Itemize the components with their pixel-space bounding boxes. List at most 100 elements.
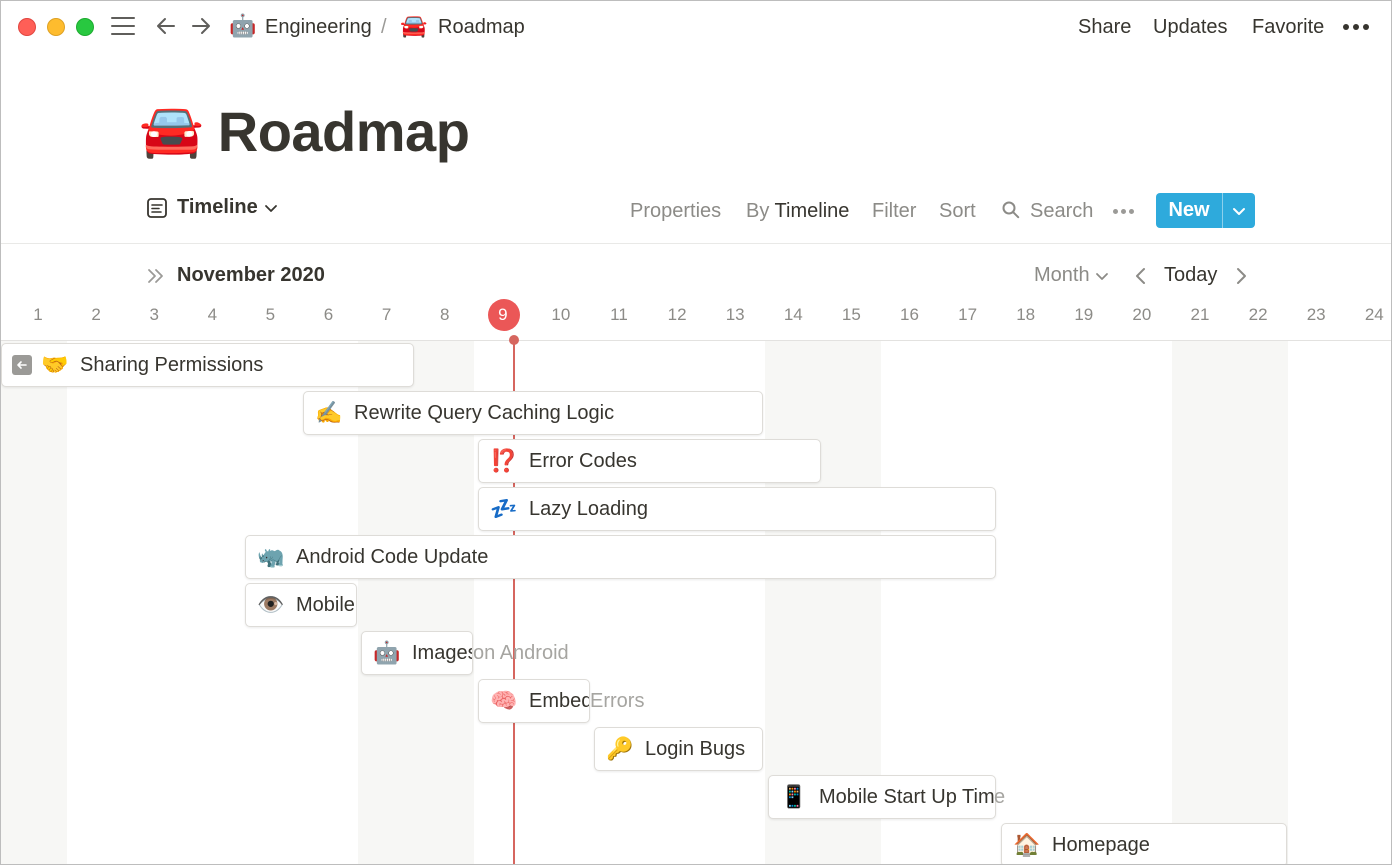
- timeline-card-android-code-update[interactable]: 🦏 Android Code Update: [245, 535, 996, 579]
- share-button[interactable]: Share: [1078, 14, 1131, 40]
- day-label: 20: [1132, 305, 1152, 324]
- view-more-icon[interactable]: [1113, 209, 1137, 215]
- timeline-card-homepage[interactable]: 🏠 Homepage: [1001, 823, 1287, 864]
- day-label: 18: [1016, 305, 1036, 324]
- day-label: 7: [381, 305, 392, 324]
- day-label: 13: [725, 305, 745, 324]
- day-label: 5: [265, 305, 276, 324]
- day-label: 17: [958, 305, 978, 324]
- updates-button[interactable]: Updates: [1153, 14, 1228, 40]
- page-title-text[interactable]: Roadmap: [218, 99, 470, 164]
- handshake-icon: 🤝: [41, 352, 69, 377]
- timeline-card-mobile-start-up-time[interactable]: 📱 Mobile Start Up Tim: [768, 775, 996, 819]
- month-label: November 2020: [177, 264, 325, 286]
- timescale-select[interactable]: Month: [1034, 264, 1109, 287]
- day-label: 23: [1306, 305, 1326, 324]
- breadcrumb-roadmap[interactable]: Roadmap: [438, 14, 525, 40]
- timeline-card-error-codes[interactable]: ⁉️ Error Codes: [478, 439, 821, 483]
- view-name: Timeline: [177, 196, 258, 218]
- day-axis: 1 2 3 4 5 6 7 8 9 10 11 12 13 14 15 16 17 18 19 20 21 22 23 24: [1, 301, 1391, 331]
- eye-icon: 👁️: [257, 592, 285, 617]
- rhino-icon: 🦏: [257, 544, 285, 569]
- new-button-label[interactable]: New: [1156, 193, 1223, 228]
- task-title-overflow: e: [994, 786, 1006, 808]
- group-by-prefix: By: [746, 200, 770, 222]
- timeline-grid: 🤝 Sharing Permissions ✍️ Rewrite Query C…: [1, 335, 1391, 864]
- task-title: Error Codes: [529, 449, 637, 472]
- task-title: Sharing Permissions: [80, 353, 264, 376]
- sort-button[interactable]: Sort: [939, 199, 976, 223]
- day-label-today: 9: [498, 305, 508, 324]
- timeline-header: November 2020 Month Today: [1, 253, 1391, 297]
- day-label: 16: [900, 305, 919, 324]
- today-button[interactable]: Today: [1164, 264, 1217, 287]
- new-button[interactable]: New: [1156, 193, 1255, 228]
- timeline-view-icon: [147, 197, 167, 218]
- mobile-phone-icon: 📱: [780, 784, 808, 809]
- day-label: 8: [439, 305, 450, 324]
- timeline-card-sharing-permissions[interactable]: 🤝 Sharing Permissions: [1, 343, 414, 387]
- day-label: 1: [33, 305, 43, 324]
- timeline-card-lazy-loading[interactable]: 💤 Lazy Loading: [478, 487, 996, 531]
- car-icon[interactable]: 🚘: [139, 101, 204, 161]
- minimize-window-button[interactable]: [47, 18, 65, 36]
- task-title: Login Bugs: [645, 737, 746, 760]
- task-title: Images: [412, 641, 473, 664]
- back-arrow-icon[interactable]: [154, 14, 178, 38]
- day-label: 15: [841, 305, 861, 324]
- timeline-card-images-on-android[interactable]: 🤖 Images: [361, 631, 473, 675]
- task-title: Rewrite Query Caching Logic: [354, 401, 615, 424]
- chevron-left-icon[interactable]: [1131, 266, 1151, 286]
- filter-button[interactable]: Filter: [872, 199, 916, 223]
- timeline-card-login-bugs[interactable]: 🔑 Login Bugs: [594, 727, 763, 771]
- favorite-button[interactable]: Favorite: [1252, 14, 1324, 40]
- day-label: 24: [1364, 305, 1384, 324]
- group-by-button[interactable]: By Timeline: [746, 199, 849, 223]
- task-title: Homepage: [1052, 833, 1150, 856]
- search-icon[interactable]: [1001, 200, 1021, 220]
- chevron-down-icon: [264, 204, 277, 212]
- top-bar: 🤖 Engineering / 🚘 Roadmap Share Updates …: [1, 1, 1391, 53]
- page-title[interactable]: 🚘 Roadmap: [139, 95, 470, 167]
- group-by-value: Timeline: [774, 200, 850, 222]
- weekend-column: [1172, 341, 1288, 864]
- task-title: Mobile: [296, 593, 355, 616]
- house-icon: 🏠: [1013, 832, 1041, 857]
- new-dropdown-button[interactable]: [1223, 193, 1255, 228]
- breadcrumb-engineering[interactable]: Engineering: [265, 14, 372, 40]
- writing-hand-icon: ✍️: [315, 400, 343, 425]
- properties-button[interactable]: Properties: [630, 199, 721, 223]
- car-icon: 🚘: [400, 13, 428, 38]
- timeline-card-embed-errors[interactable]: 🧠 Embed: [478, 679, 590, 723]
- weekend-column: [1, 341, 67, 864]
- brain-icon: 🧠: [490, 688, 518, 713]
- timeline-card-mobile[interactable]: 👁️ Mobile: [245, 583, 357, 627]
- day-label: 12: [667, 305, 687, 324]
- task-title-overflow: on Android: [473, 642, 569, 664]
- timescale-value: Month: [1034, 264, 1090, 286]
- key-icon: 🔑: [606, 736, 634, 761]
- task-title: Lazy Loading: [529, 497, 648, 520]
- day-label: 6: [323, 305, 334, 324]
- day-label: 4: [207, 305, 218, 324]
- day-label: 3: [149, 305, 159, 324]
- close-window-button[interactable]: [18, 18, 36, 36]
- task-title-overflow: Errors: [590, 690, 645, 712]
- sidebar-toggle-icon[interactable]: [111, 16, 135, 36]
- double-chevron-right-icon[interactable]: [146, 267, 166, 285]
- day-label: 21: [1190, 305, 1210, 324]
- interrobang-icon: ⁉️: [490, 448, 518, 473]
- maximize-window-button[interactable]: [76, 18, 94, 36]
- more-options-icon[interactable]: [1341, 16, 1371, 36]
- chevron-right-icon[interactable]: [1231, 266, 1251, 286]
- zzz-icon: 💤: [490, 496, 518, 521]
- forward-arrow-icon[interactable]: [189, 14, 213, 38]
- day-label: 19: [1074, 305, 1094, 324]
- arrow-left-icon[interactable]: [12, 355, 32, 375]
- day-label: 11: [610, 305, 628, 324]
- app-window: 🤖 Engineering / 🚘 Roadmap Share Updates …: [0, 0, 1392, 865]
- timeline-card-rewrite-query-caching[interactable]: ✍️ Rewrite Query Caching Logic: [303, 391, 763, 435]
- day-label: 10: [551, 305, 571, 324]
- search-button[interactable]: Search: [1030, 199, 1093, 223]
- view-switcher[interactable]: Timeline: [146, 196, 278, 219]
